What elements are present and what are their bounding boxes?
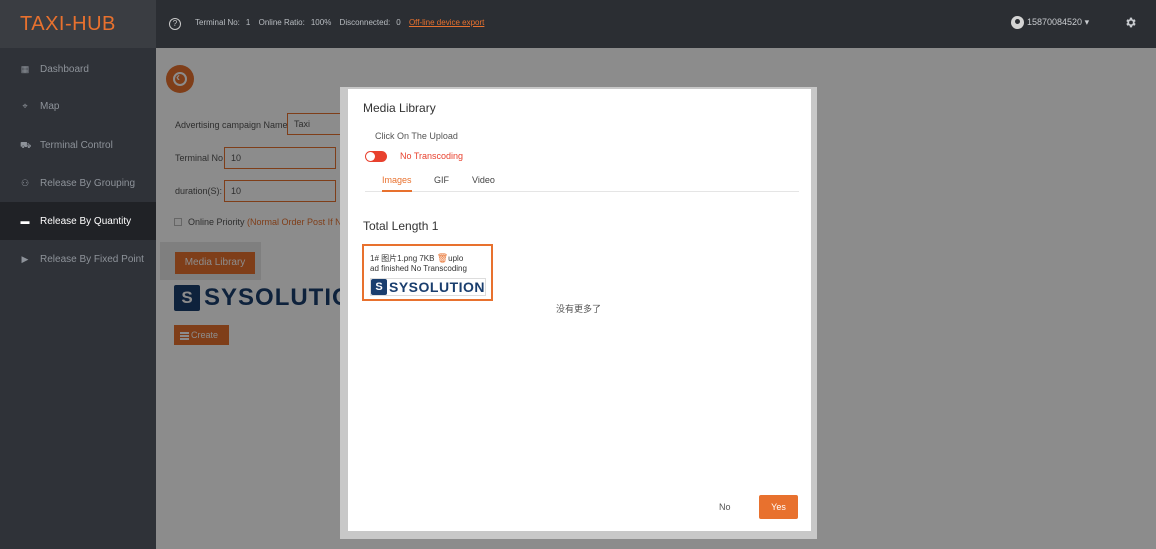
yes-button[interactable]: Yes bbox=[759, 495, 798, 519]
no-more-text: 没有更多了 bbox=[556, 304, 602, 314]
transcoding-toggle-label: No Transcoding bbox=[400, 151, 464, 161]
user-avatar-icon bbox=[1011, 16, 1024, 29]
sidebar-item-label: Dashboard bbox=[40, 64, 89, 75]
offline-export-link[interactable]: Off-line device export bbox=[409, 18, 484, 27]
sidebar-item-terminal-control[interactable]: ⛟ Terminal Control bbox=[0, 126, 156, 164]
terminal-no-value: 1 bbox=[245, 18, 251, 27]
trash-icon[interactable]: 🗑 bbox=[437, 253, 448, 263]
upload-link[interactable]: Click On The Upload bbox=[375, 131, 458, 141]
file-info: 1# 图片1.png 7KB 🗑uplo bbox=[370, 253, 463, 264]
tab-gif[interactable]: GIF bbox=[434, 175, 449, 192]
media-tabs: Images GIF Video bbox=[365, 175, 799, 192]
media-file-card[interactable]: 1# 图片1.png 7KB 🗑uplo ad finished No Tran… bbox=[362, 244, 493, 301]
user-id: 15870084520 bbox=[1027, 16, 1083, 27]
top-header: TAXI-HUB ? Terminal No: 1 Online Ratio: 10… bbox=[0, 0, 1156, 48]
no-button[interactable]: No bbox=[719, 502, 731, 512]
online-ratio-value: 100% bbox=[310, 18, 332, 27]
sidebar-item-label: Map bbox=[40, 101, 60, 112]
total-length-label: Total Length bbox=[363, 219, 429, 233]
disconnected-value: 0 bbox=[396, 18, 401, 27]
media-library-modal: Media Library Click On The Upload No Tra… bbox=[348, 89, 811, 531]
help-icon[interactable]: ? bbox=[169, 18, 181, 30]
brand-logo[interactable]: TAXI-HUB bbox=[0, 0, 156, 48]
map-icon: ⌖ bbox=[22, 101, 28, 111]
thumbnail-logo-text: SYSOLUTION bbox=[389, 279, 486, 295]
dashboard-icon: ▦ bbox=[20, 64, 30, 74]
car-icon: ⛟ bbox=[20, 140, 32, 150]
sysolution-logo-icon: S bbox=[371, 279, 387, 295]
sidebar-item-label: Terminal Control bbox=[40, 140, 113, 151]
modal-title: Media Library bbox=[363, 101, 436, 115]
upload-status-start: uplo bbox=[448, 254, 464, 263]
sidebar-item-release-by-fixed-point[interactable]: ▶ Release By Fixed Point bbox=[0, 240, 156, 278]
user-menu[interactable]: 15870084520 ▾ bbox=[1011, 16, 1089, 29]
file-name-size: 1# 图片1.png 7KB bbox=[370, 254, 435, 263]
disconnected-label: Disconnected: bbox=[339, 18, 391, 27]
sidebar-item-label: Release By Fixed Point bbox=[40, 254, 144, 265]
list-icon: ▬ bbox=[20, 216, 30, 226]
terminal-status: Terminal No: 1 Online Ratio: 100% Disconne… bbox=[195, 18, 490, 27]
sidebar-item-dashboard[interactable]: ▦ Dashboard bbox=[0, 50, 156, 88]
terminal-no-label: Terminal No: bbox=[195, 18, 240, 27]
sidebar-item-release-by-grouping[interactable]: ⚇ Release By Grouping bbox=[0, 164, 156, 202]
total-length: Total Length 1 bbox=[363, 219, 438, 233]
sidebar: ▦ Dashboard ⌖ Map ⛟ Terminal Control ⚇ Relea… bbox=[0, 48, 156, 549]
group-icon: ⚇ bbox=[20, 178, 30, 188]
online-ratio-label: Online Ratio: bbox=[258, 18, 305, 27]
tab-images[interactable]: Images bbox=[382, 175, 412, 192]
play-icon: ▶ bbox=[21, 254, 29, 264]
transcoding-toggle[interactable] bbox=[365, 151, 387, 162]
chevron-down-icon: ▾ bbox=[1084, 16, 1090, 27]
gear-icon[interactable] bbox=[1124, 16, 1137, 29]
total-length-value: 1 bbox=[431, 219, 439, 233]
sidebar-item-release-by-quantity[interactable]: ▬ Release By Quantity bbox=[0, 202, 156, 240]
file-thumbnail: S SYSOLUTION bbox=[370, 278, 486, 296]
file-status: ad finished No Transcoding bbox=[370, 264, 467, 273]
sidebar-item-label: Release By Grouping bbox=[40, 178, 136, 189]
sidebar-item-label: Release By Quantity bbox=[40, 216, 132, 227]
sidebar-item-map[interactable]: ⌖ Map bbox=[0, 87, 156, 125]
tab-video[interactable]: Video bbox=[472, 175, 495, 192]
